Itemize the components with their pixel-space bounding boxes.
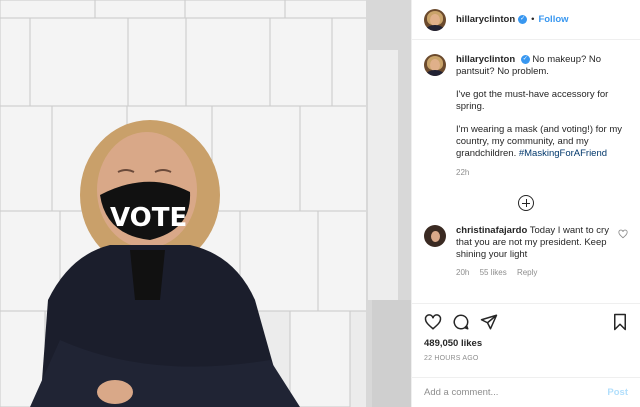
posted-time[interactable]: 22 HOURS AGO (424, 355, 628, 362)
load-more-plus-icon[interactable] (518, 195, 534, 211)
comment-bubble-icon[interactable] (452, 313, 470, 331)
like-heart-icon[interactable] (424, 313, 442, 331)
caption-line-2: I've got the must-have accessory for spr… (456, 89, 609, 112)
comment-meta: 20h 55 likes Reply (456, 267, 616, 279)
post-comment-button[interactable]: Post (607, 387, 628, 398)
add-comment-input[interactable] (424, 387, 608, 398)
likes-count[interactable]: 489,050 likes (424, 338, 628, 349)
author-username[interactable]: hillaryclinton (456, 14, 515, 25)
comment-time[interactable]: 20h (456, 268, 469, 277)
commenter-username[interactable]: christinafajardo (456, 225, 527, 236)
save-bookmark-icon[interactable] (612, 313, 628, 331)
post-header: hillaryclinton ✓ • Follow (412, 0, 640, 40)
add-comment-bar: Post (412, 377, 640, 407)
hashtag-link[interactable]: #MaskingForAFriend (519, 148, 607, 159)
caption-text: hillaryclinton ✓ No makeup? No pantsuit?… (456, 54, 628, 179)
comment-body: christinafajardo Today I want to cry tha… (456, 225, 616, 279)
instagram-post: VOTE hillaryclinton ✓ • Follow hillarycl… (0, 0, 640, 407)
photo-illustration: VOTE (0, 0, 411, 407)
caption-avatar[interactable] (424, 54, 446, 76)
comment-likes[interactable]: 55 likes (480, 268, 507, 277)
caption-time[interactable]: 22h (456, 167, 628, 179)
post-actions: 489,050 likes 22 HOURS AGO (412, 303, 640, 377)
separator-dot: • (531, 14, 535, 25)
post-side-panel: hillaryclinton ✓ • Follow hillaryclinton… (411, 0, 640, 407)
follow-button[interactable]: Follow (538, 14, 568, 25)
caption-username[interactable]: hillaryclinton (456, 54, 515, 65)
caption: hillaryclinton ✓ No makeup? No pantsuit?… (424, 54, 628, 179)
comment-like-heart-icon[interactable] (618, 229, 628, 239)
commenter-avatar[interactable] (424, 225, 446, 247)
comment-item: christinafajardo Today I want to cry tha… (424, 225, 628, 279)
post-photo[interactable]: VOTE (0, 0, 411, 407)
mask-vote-text: VOTE (110, 203, 187, 233)
comments-section: hillaryclinton ✓ No makeup? No pantsuit?… (412, 40, 640, 303)
verified-badge-icon: ✓ (518, 15, 528, 24)
reply-button[interactable]: Reply (517, 268, 537, 277)
load-more-comments (424, 195, 628, 211)
share-paper-plane-icon[interactable] (480, 313, 498, 331)
action-icons (424, 312, 628, 332)
author-avatar[interactable] (424, 8, 446, 31)
verified-badge-icon: ✓ (520, 54, 530, 64)
